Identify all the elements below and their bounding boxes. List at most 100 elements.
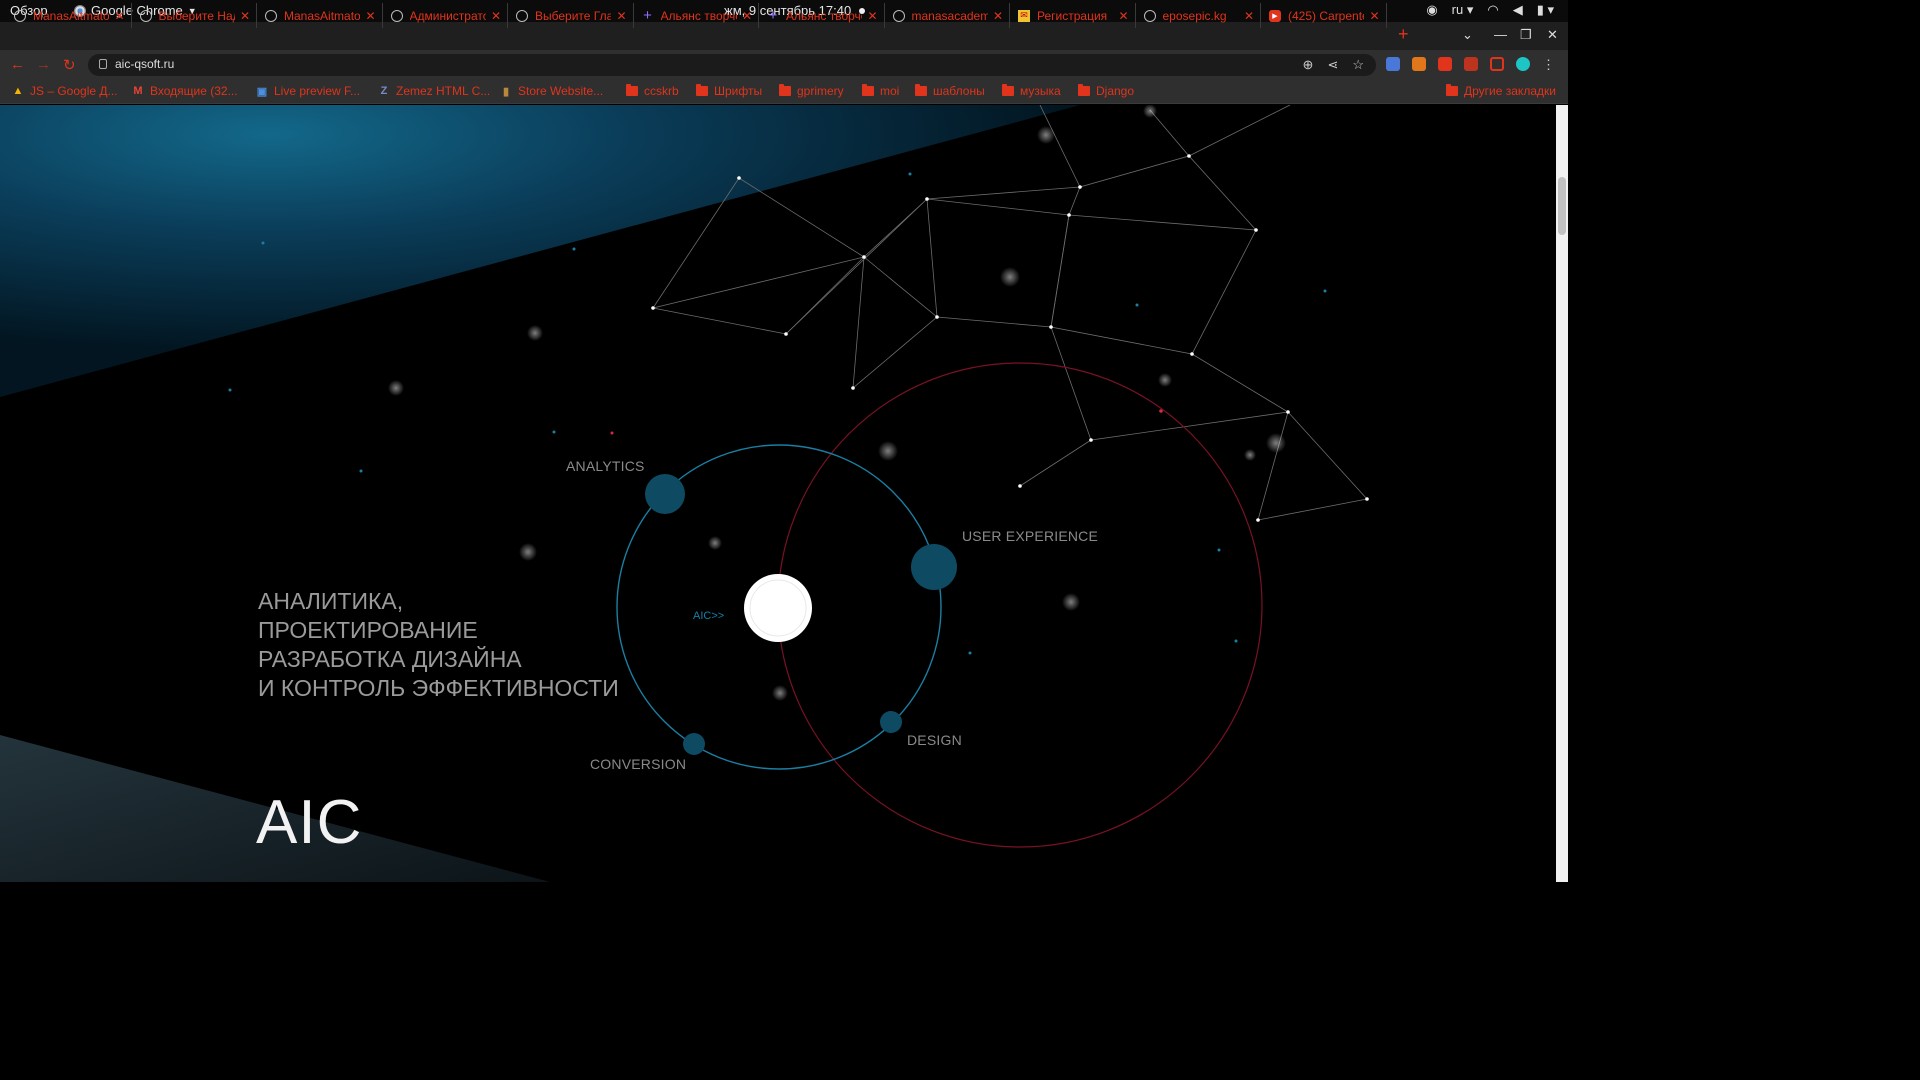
tab-close-icon[interactable]: ✕: [616, 9, 626, 23]
globe-icon: [516, 9, 528, 22]
tab-title: Альянс творческих: [786, 8, 862, 23]
hero-headline: АНАЛИТИКА, ПРОЕКТИРОВАНИЕ РАЗРАБОТКА ДИЗ…: [258, 587, 619, 703]
page-viewport: ANALYTICS USER EXPERIENCE DESIGN CONVERS…: [0, 105, 1556, 882]
other-bookmarks-label: Другие закладки: [1464, 84, 1556, 98]
bookmark-label: Store Website...: [518, 84, 604, 98]
browser-tab[interactable]: manasacademy ✕: [887, 3, 1010, 28]
tab-close-icon[interactable]: ✕: [867, 9, 877, 23]
bookmark-item[interactable]: M Входящие (32...: [132, 84, 237, 98]
side-panel-icon[interactable]: [1490, 57, 1504, 71]
tab-title: eposepic.kg: [1162, 8, 1227, 23]
nebula-shard: [0, 105, 1080, 397]
close-window-icon[interactable]: ✕: [1547, 27, 1558, 43]
back-arrow-icon[interactable]: ←: [10, 56, 25, 73]
globe-icon: [390, 9, 403, 22]
translate-extension-icon[interactable]: [1386, 57, 1400, 71]
profile-avatar-icon[interactable]: [1516, 57, 1530, 71]
language-indicator[interactable]: ru ▾: [1452, 2, 1474, 18]
page-scrollbar[interactable]: [1556, 105, 1568, 882]
aic-link[interactable]: AIC>>: [693, 610, 724, 622]
tab-close-icon[interactable]: ✕: [1244, 9, 1254, 23]
drive-icon: ▲: [12, 85, 24, 97]
bookmark-label: музыка: [1020, 84, 1061, 98]
browser-toolbar: ← → ↻ aic-qsoft.ru ⊕ ⋖ ☆: [0, 50, 1568, 80]
center-node[interactable]: [744, 574, 812, 642]
tab-title: ManasAitmatov: [33, 8, 110, 23]
scrollbar-thumb[interactable]: [1558, 177, 1566, 235]
bookmark-star-icon[interactable]: ☆: [1352, 57, 1364, 73]
tab-title: manasacademy: [911, 8, 988, 23]
bookmark-item[interactable]: Z Zemez HTML C...: [378, 84, 491, 98]
metamask-extension-icon[interactable]: [1412, 57, 1426, 71]
tab-close-icon[interactable]: ✕: [1118, 9, 1128, 23]
tab-close-icon[interactable]: ✕: [993, 9, 1003, 23]
browser-tab[interactable]: + Альянс творческих ✕: [636, 3, 759, 28]
user-experience-node[interactable]: [911, 544, 957, 590]
headline-line: АНАЛИТИКА,: [258, 588, 404, 614]
tab-title: Регистрация: [1037, 8, 1108, 23]
bookmark-item[interactable]: ▲ JS – Google Д...: [12, 84, 118, 98]
bookmark-item[interactable]: шаблоны: [915, 84, 985, 98]
bookmarks-bar: ▲ JS – Google Д... M Входящие (32... ▣ Live p…: [0, 80, 1568, 104]
conversion-node[interactable]: [683, 733, 705, 755]
bookmark-label: Zemez HTML C...: [396, 84, 491, 98]
forward-arrow-icon[interactable]: →: [36, 56, 51, 73]
url-text[interactable]: aic-qsoft.ru: [115, 57, 174, 71]
bookmark-item[interactable]: музыка: [1002, 84, 1061, 98]
analytics-node[interactable]: [645, 474, 685, 514]
zoom-icon[interactable]: ⊕: [1303, 57, 1314, 73]
share-icon[interactable]: ⋖: [1327, 57, 1338, 73]
tab-close-icon[interactable]: ✕: [365, 9, 375, 23]
bookmark-item[interactable]: moi: [862, 84, 899, 98]
label-design: DESIGN: [907, 732, 962, 748]
browser-tab[interactable]: ✉ Регистрация ✕: [1012, 3, 1136, 28]
maximize-icon[interactable]: ❐: [1520, 27, 1532, 43]
label-analytics: ANALYTICS: [566, 458, 645, 474]
browser-tab[interactable]: + Альянс творческих ✕: [761, 3, 885, 28]
menu-kebab-icon[interactable]: ⋮: [1542, 57, 1555, 73]
browser-tab[interactable]: Администратор ✕: [385, 3, 508, 28]
bookmark-label: Live preview F...: [274, 84, 361, 98]
plus-icon: +: [768, 7, 778, 24]
new-tab-button[interactable]: +: [1398, 24, 1409, 45]
browser-tab[interactable]: Выберите Надежного ✕: [134, 3, 257, 28]
bookmark-label: JS – Google Д...: [30, 84, 118, 98]
design-node[interactable]: [880, 711, 902, 733]
reading-list-icon[interactable]: [1464, 57, 1478, 71]
reload-icon[interactable]: ↻: [63, 56, 76, 74]
extension-icons: ⋮: [1386, 57, 1555, 73]
tab-close-icon[interactable]: ✕: [742, 9, 752, 23]
puzzle-extension-icon[interactable]: [1438, 57, 1452, 71]
tab-title: Выберите Главное: [535, 8, 612, 23]
globe-icon: [1143, 9, 1156, 22]
other-bookmarks[interactable]: Другие закладки: [1446, 84, 1556, 98]
browser-tab[interactable]: ManasAitmatov ✕: [8, 3, 132, 28]
tab-close-icon[interactable]: ✕: [114, 9, 124, 23]
bookmark-item[interactable]: Django: [1078, 84, 1134, 98]
system-tray[interactable]: ◉ ru ▾ ◠ ◀ ▮ ▾: [1426, 2, 1554, 18]
tab-search-icon[interactable]: ⌄: [1462, 27, 1473, 43]
bookmark-item[interactable]: ▣ Live preview F...: [256, 84, 360, 98]
bookmark-label: шаблоны: [933, 84, 985, 98]
bookmark-item[interactable]: ccskrb: [626, 84, 679, 98]
tab-close-icon[interactable]: ✕: [491, 9, 501, 23]
tab-close-icon[interactable]: ✕: [1369, 9, 1379, 23]
folder-icon: [862, 84, 874, 96]
preview-icon: ▣: [256, 85, 268, 98]
browser-tab[interactable]: Выберите Главное ✕: [510, 3, 634, 28]
battery-icon: ▮ ▾: [1536, 2, 1554, 17]
browser-tab[interactable]: ▶ (425) Carpenter ✕: [1263, 3, 1387, 28]
bookmark-item[interactable]: Шрифты: [696, 84, 762, 98]
brand-title: AIC: [256, 788, 363, 857]
browser-tab[interactable]: ManasAitmatov ✕: [259, 3, 383, 28]
folder-icon: [779, 84, 791, 96]
browser-tab[interactable]: eposepic.kg ✕: [1138, 3, 1261, 28]
address-bar[interactable]: aic-qsoft.ru ⊕ ⋖ ☆: [88, 54, 1376, 76]
bookmark-item[interactable]: ▮ Store Website...: [500, 84, 603, 98]
bookmark-item[interactable]: gprimery: [779, 84, 844, 98]
minimize-icon[interactable]: —: [1494, 27, 1507, 42]
tab-close-icon[interactable]: ✕: [240, 9, 250, 23]
gmail-icon: M: [133, 85, 143, 97]
folder-icon: [626, 84, 638, 96]
tab-title: Администратор: [409, 8, 486, 23]
